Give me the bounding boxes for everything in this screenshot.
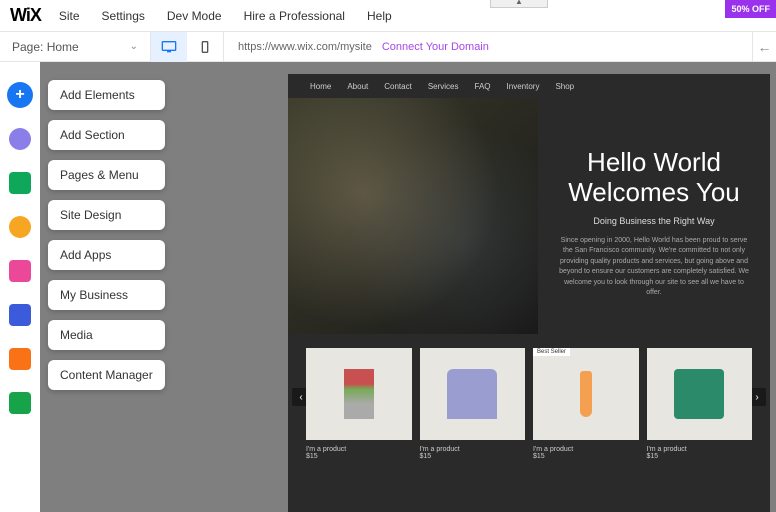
product-price: $15 (420, 453, 526, 460)
hero-section: Hello WorldWelcomes You Doing Business t… (288, 98, 770, 334)
product-price: $15 (647, 453, 753, 460)
nav-faq[interactable]: FAQ (475, 82, 491, 91)
preview-nav: Home About Contact Services FAQ Inventor… (288, 74, 770, 98)
product-card[interactable]: Best Seller I'm a product $15 (533, 348, 639, 460)
chevron-down-icon: ⌄ (130, 41, 138, 52)
product-label: I'm a product (647, 446, 753, 453)
editor-workspace: + Add Elements Add Section Pages & Menu … (0, 62, 776, 512)
products-section: ‹ › I'm a product $15 I'm a product $15 … (288, 334, 770, 474)
media-icon[interactable] (7, 346, 33, 372)
nav-shop[interactable]: Shop (555, 82, 574, 91)
product-price: $15 (533, 453, 639, 460)
promo-badge[interactable]: 50% OFF (725, 0, 776, 18)
hero-text: Hello WorldWelcomes You Doing Business t… (538, 98, 770, 334)
btn-content-manager[interactable]: Content Manager (48, 360, 165, 390)
menu-settings[interactable]: Settings (102, 9, 145, 23)
forward-icon[interactable]: ← (752, 32, 776, 62)
product-image (344, 369, 374, 419)
product-label: I'm a product (306, 446, 412, 453)
wix-logo[interactable]: WiX (10, 5, 41, 26)
btn-my-business[interactable]: My Business (48, 280, 165, 310)
product-label: I'm a product (420, 446, 526, 453)
device-switcher (150, 32, 224, 62)
hero-paragraph: Since opening in 2000, Hello World has b… (558, 236, 750, 299)
menu-help[interactable]: Help (367, 9, 392, 23)
content-icon[interactable] (7, 390, 33, 416)
main-menu: Site Settings Dev Mode Hire a Profession… (59, 9, 392, 23)
pages-icon[interactable] (7, 170, 33, 196)
product-image (447, 369, 497, 419)
product-image (674, 369, 724, 419)
product-label: I'm a product (533, 446, 639, 453)
btn-media[interactable]: Media (48, 320, 165, 350)
collapse-toggle[interactable]: ▲ (490, 0, 548, 8)
product-card[interactable]: I'm a product $15 (420, 348, 526, 460)
menu-site[interactable]: Site (59, 9, 80, 23)
menu-dev-mode[interactable]: Dev Mode (167, 9, 222, 23)
site-preview[interactable]: Home About Contact Services FAQ Inventor… (288, 74, 770, 512)
product-card[interactable]: I'm a product $15 (647, 348, 753, 460)
btn-add-apps[interactable]: Add Apps (48, 240, 165, 270)
nav-inventory[interactable]: Inventory (507, 82, 540, 91)
connect-domain-link[interactable]: Connect Your Domain (382, 41, 489, 53)
btn-add-elements[interactable]: Add Elements (48, 80, 165, 110)
product-card[interactable]: I'm a product $15 (306, 348, 412, 460)
btn-add-section[interactable]: Add Section (48, 120, 165, 150)
best-seller-badge: Best Seller (533, 348, 570, 356)
desktop-icon[interactable] (151, 32, 187, 62)
business-icon[interactable] (7, 302, 33, 328)
product-price: $15 (306, 453, 412, 460)
add-icon[interactable]: + (7, 82, 33, 108)
editor-subbar: Page: Home ⌄ https://www.wix.com/mysite … (0, 32, 776, 62)
chevron-up-icon: ▲ (515, 0, 523, 6)
mobile-icon[interactable] (187, 32, 223, 62)
sections-icon[interactable] (7, 126, 33, 152)
site-url: https://www.wix.com/mysite (238, 41, 372, 53)
nav-home[interactable]: Home (310, 82, 331, 91)
page-label: Page: Home (12, 40, 79, 54)
nav-services[interactable]: Services (428, 82, 459, 91)
menu-hire[interactable]: Hire a Professional (244, 9, 345, 23)
nav-contact[interactable]: Contact (384, 82, 412, 91)
apps-icon[interactable] (7, 258, 33, 284)
hero-image (288, 98, 538, 334)
floating-panel-buttons: Add Elements Add Section Pages & Menu Si… (48, 80, 165, 390)
page-selector[interactable]: Page: Home ⌄ (0, 40, 150, 54)
design-icon[interactable] (7, 214, 33, 240)
btn-site-design[interactable]: Site Design (48, 200, 165, 230)
nav-about[interactable]: About (347, 82, 368, 91)
product-image (580, 371, 592, 417)
hero-title: Hello WorldWelcomes You (558, 148, 750, 208)
btn-pages-menu[interactable]: Pages & Menu (48, 160, 165, 190)
hero-subtitle: Doing Business the Right Way (558, 216, 750, 226)
url-bar: https://www.wix.com/mysite Connect Your … (224, 41, 752, 53)
top-menubar: WiX Site Settings Dev Mode Hire a Profes… (0, 0, 776, 32)
left-toolbar: + (0, 62, 40, 512)
